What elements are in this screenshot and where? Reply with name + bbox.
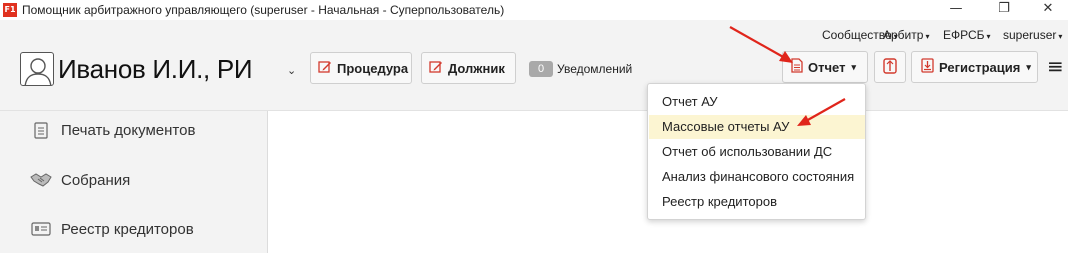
refresh-exchange-button[interactable] (874, 51, 906, 83)
document-icon (791, 58, 803, 76)
procedure-button[interactable]: Процедура (310, 52, 412, 84)
sidebar: Печать документов Собрания Реестр кредит… (0, 111, 268, 253)
menu-community-label: Сообщество (822, 28, 892, 42)
notifications-label[interactable]: Уведомлений (557, 62, 632, 76)
handshake-icon (30, 171, 52, 189)
menu-arbiter[interactable]: Арбитр ▾ (883, 28, 929, 42)
chevron-down-icon: ▾ (1026, 61, 1031, 72)
debtor-button[interactable]: Должник (421, 52, 516, 84)
download-box-icon (921, 58, 934, 76)
menu-arbiter-label: Арбитр (883, 28, 924, 42)
procedure-label: Процедура (337, 60, 409, 76)
menu-item-mass-au-reports[interactable]: Массовые отчеты АУ (649, 115, 865, 139)
menu-item-creditors-registry[interactable]: Реестр кредиторов (649, 190, 865, 214)
minimize-button[interactable]: — (936, 0, 976, 20)
menu-efrsb[interactable]: ЕФРСБ ▾ (943, 28, 991, 42)
restore-button[interactable]: ❐ (984, 0, 1024, 20)
sidebar-item-print-documents[interactable]: Печать документов (30, 119, 195, 141)
registration-label: Регистрация (939, 59, 1021, 75)
menu-efrsb-label: ЕФРСБ (943, 28, 985, 42)
menu-item-funds-usage-report[interactable]: Отчет об использовании ДС (649, 140, 865, 164)
chevron-down-icon: ▾ (925, 32, 930, 41)
window-titlebar: F1 Помощник арбитражного управляющего (s… (0, 0, 1068, 20)
edit-icon (429, 60, 443, 77)
menu-user[interactable]: superuser ▾ (1003, 28, 1062, 42)
sidebar-item-meetings[interactable]: Собрания (30, 169, 130, 191)
chevron-down-icon: ▾ (851, 61, 856, 72)
registration-button[interactable]: Регистрация ▾ (911, 51, 1038, 83)
header-bar: Сообщество ▾ Арбитр ▾ ЕФРСБ ▾ superuser ▾ Ив… (0, 20, 1068, 111)
exchange-icon (881, 57, 899, 78)
chevron-down-icon: ▾ (1058, 32, 1063, 41)
menu-item-financial-analysis[interactable]: Анализ финансового состояния (649, 165, 865, 189)
menu-item-au-report[interactable]: Отчет АУ (649, 90, 865, 114)
close-button[interactable]: ✕ (1028, 0, 1068, 20)
document-icon (30, 121, 52, 139)
hamburger-menu-icon[interactable]: ≡ (1047, 54, 1064, 78)
user-silhouette-icon (24, 58, 52, 85)
edit-icon (318, 60, 332, 77)
report-label: Отчет (808, 59, 846, 75)
sidebar-item-creditors-registry[interactable]: Реестр кредиторов (30, 218, 194, 240)
sidebar-item-label: Печать документов (61, 121, 196, 139)
window-title: Помощник арбитражного управляющего (supe… (22, 3, 505, 17)
user-name[interactable]: Иванов И.И., РИ (58, 54, 253, 85)
app-logo-icon: F1 (3, 3, 17, 17)
report-dropdown-menu: Отчет АУ Массовые отчеты АУ Отчет об исп… (647, 83, 866, 220)
menu-user-label: superuser (1003, 28, 1057, 42)
notifications-count-badge[interactable]: 0 (529, 61, 553, 77)
chevron-down-icon: ▾ (986, 32, 991, 41)
report-button[interactable]: Отчет ▾ (782, 51, 868, 83)
sidebar-item-label: Реестр кредиторов (61, 220, 194, 238)
avatar[interactable] (20, 52, 54, 86)
id-card-icon (30, 220, 52, 238)
debtor-label: Должник (448, 60, 505, 76)
sidebar-item-label: Собрания (61, 171, 131, 189)
user-chevron-down-icon[interactable]: ⌄ (287, 64, 296, 77)
